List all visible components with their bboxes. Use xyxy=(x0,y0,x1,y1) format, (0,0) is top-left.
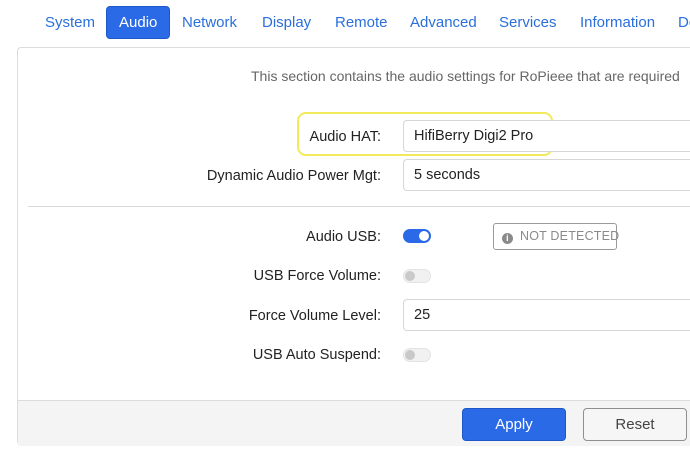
usb-status-text: NOT DETECTED xyxy=(520,229,620,243)
tab-information[interactable]: Information xyxy=(568,6,667,39)
settings-page: System Audio Network Display Remote Adva… xyxy=(0,0,690,450)
info-icon: i xyxy=(502,233,513,244)
tab-bar: System Audio Network Display Remote Adva… xyxy=(0,0,690,46)
audio-usb-label: Audio USB: xyxy=(306,229,381,245)
section-description: This section contains the audio settings… xyxy=(251,68,680,84)
tab-partial[interactable]: De xyxy=(666,6,690,39)
force-volume-level-input[interactable]: 25 xyxy=(403,299,690,331)
usb-force-volume-toggle[interactable] xyxy=(403,269,431,283)
toggle-knob xyxy=(405,350,415,360)
tab-network[interactable]: Network xyxy=(170,6,249,39)
tab-audio[interactable]: Audio xyxy=(106,6,171,39)
tab-display[interactable]: Display xyxy=(250,6,323,39)
tab-system[interactable]: System xyxy=(33,6,107,39)
section-divider xyxy=(28,206,690,207)
usb-force-volume-label: USB Force Volume: xyxy=(253,268,381,284)
panel-footer: Apply Reset xyxy=(18,400,690,446)
audio-hat-label: Audio HAT: xyxy=(309,129,381,145)
tab-remote[interactable]: Remote xyxy=(323,6,400,39)
audio-hat-select[interactable]: HifiBerry Digi2 Pro xyxy=(403,120,690,152)
power-mgt-select[interactable]: 5 seconds xyxy=(403,159,690,191)
force-volume-level-label: Force Volume Level: xyxy=(248,308,381,324)
apply-button[interactable]: Apply xyxy=(462,408,566,441)
toggle-knob xyxy=(419,231,429,241)
audio-usb-toggle[interactable] xyxy=(403,229,431,243)
tab-advanced[interactable]: Advanced xyxy=(398,6,489,39)
usb-auto-suspend-label: USB Auto Suspend: xyxy=(252,347,381,363)
tab-services[interactable]: Services xyxy=(487,6,569,39)
usb-auto-suspend-toggle[interactable] xyxy=(403,348,431,362)
reset-button[interactable]: Reset xyxy=(583,408,687,441)
power-mgt-label: Dynamic Audio Power Mgt: xyxy=(206,168,381,184)
audio-settings-panel: This section contains the audio settings… xyxy=(17,47,690,446)
usb-status-badge: i NOT DETECTED xyxy=(493,223,620,250)
toggle-knob xyxy=(405,271,415,281)
